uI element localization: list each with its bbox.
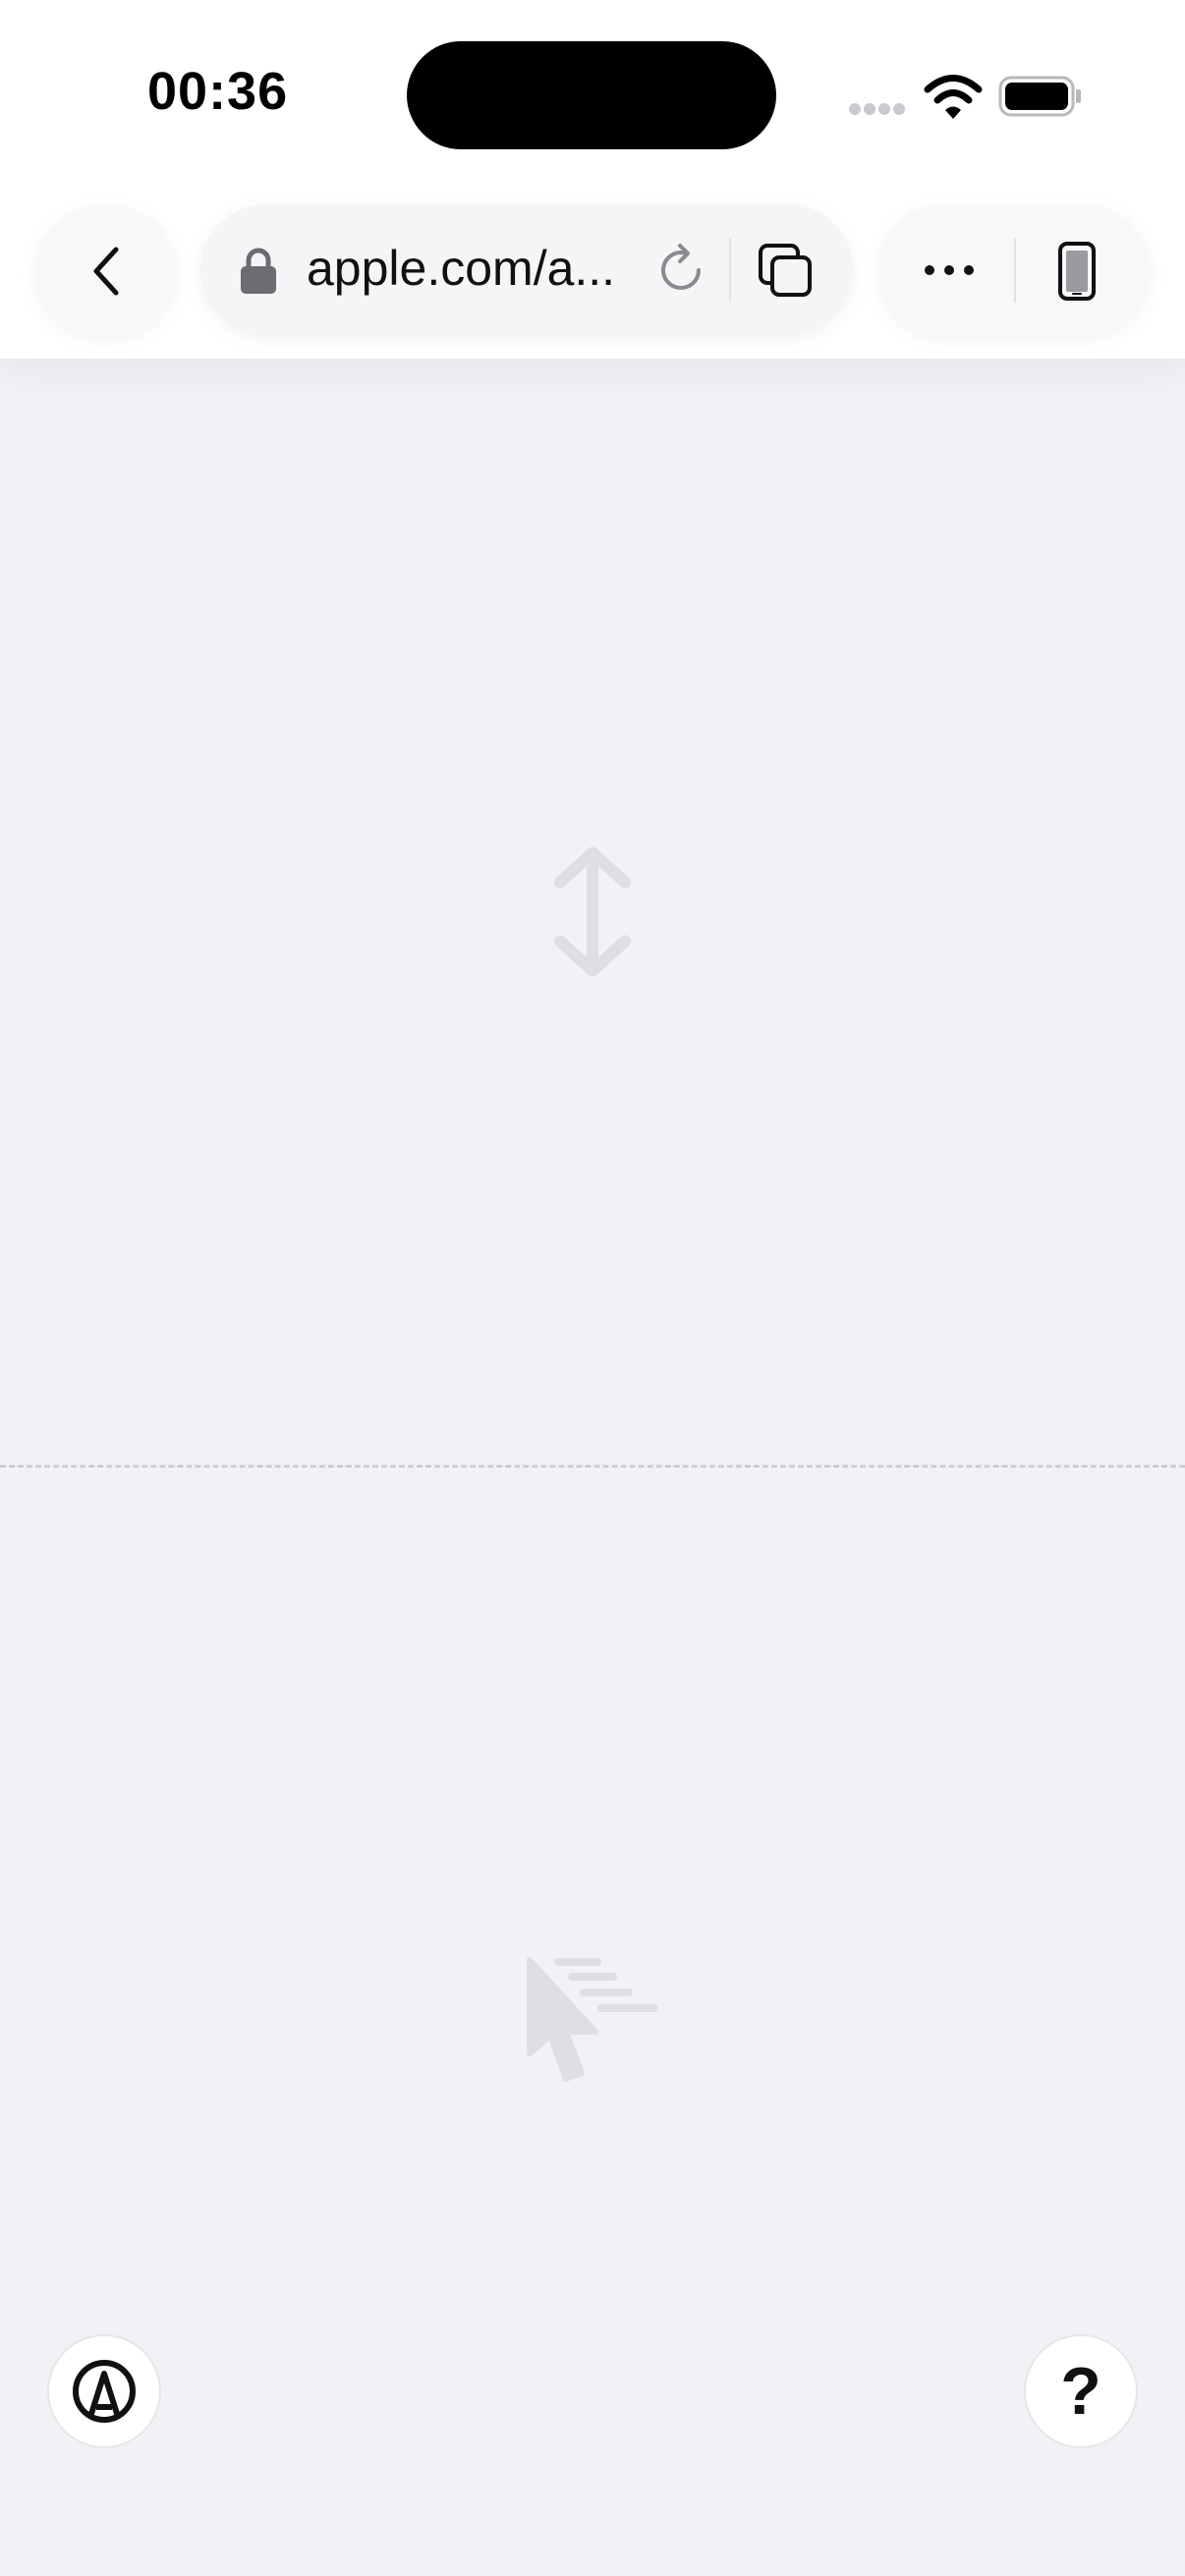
- screen: 00:36 apple.com/a... ?: [0, 0, 1185, 2576]
- status-time: 00:36: [147, 62, 289, 121]
- browser-top-bar: 00:36 apple.com/a...: [0, 0, 1185, 359]
- back-button[interactable]: [35, 206, 177, 336]
- help-label: ?: [1060, 2354, 1101, 2429]
- lock-icon: [241, 248, 276, 294]
- battery-icon: [998, 76, 1081, 117]
- help-button[interactable]: ?: [1024, 2334, 1138, 2448]
- chevron-left-icon: [93, 247, 119, 296]
- tabs-icon[interactable]: [757, 242, 816, 301]
- wifi-icon: [924, 75, 983, 119]
- markup-button[interactable]: [47, 2334, 161, 2448]
- reload-icon[interactable]: [652, 242, 709, 299]
- more-icon[interactable]: [922, 255, 977, 285]
- dynamic-island: [407, 41, 776, 149]
- fold-divider: [0, 1465, 1185, 1468]
- address-bar[interactable]: apple.com/a...: [200, 204, 853, 336]
- divider: [729, 238, 731, 303]
- iphone-icon[interactable]: [1057, 242, 1097, 301]
- markup-pen-icon: [73, 2360, 136, 2423]
- toolbar-actions: [878, 204, 1150, 336]
- url-text[interactable]: apple.com/a...: [307, 240, 641, 297]
- cellular-signal-icon: [849, 102, 908, 120]
- fast-cursor-icon: [527, 1957, 658, 2082]
- divider: [1014, 238, 1016, 303]
- vertical-scroll-icon: [554, 847, 631, 977]
